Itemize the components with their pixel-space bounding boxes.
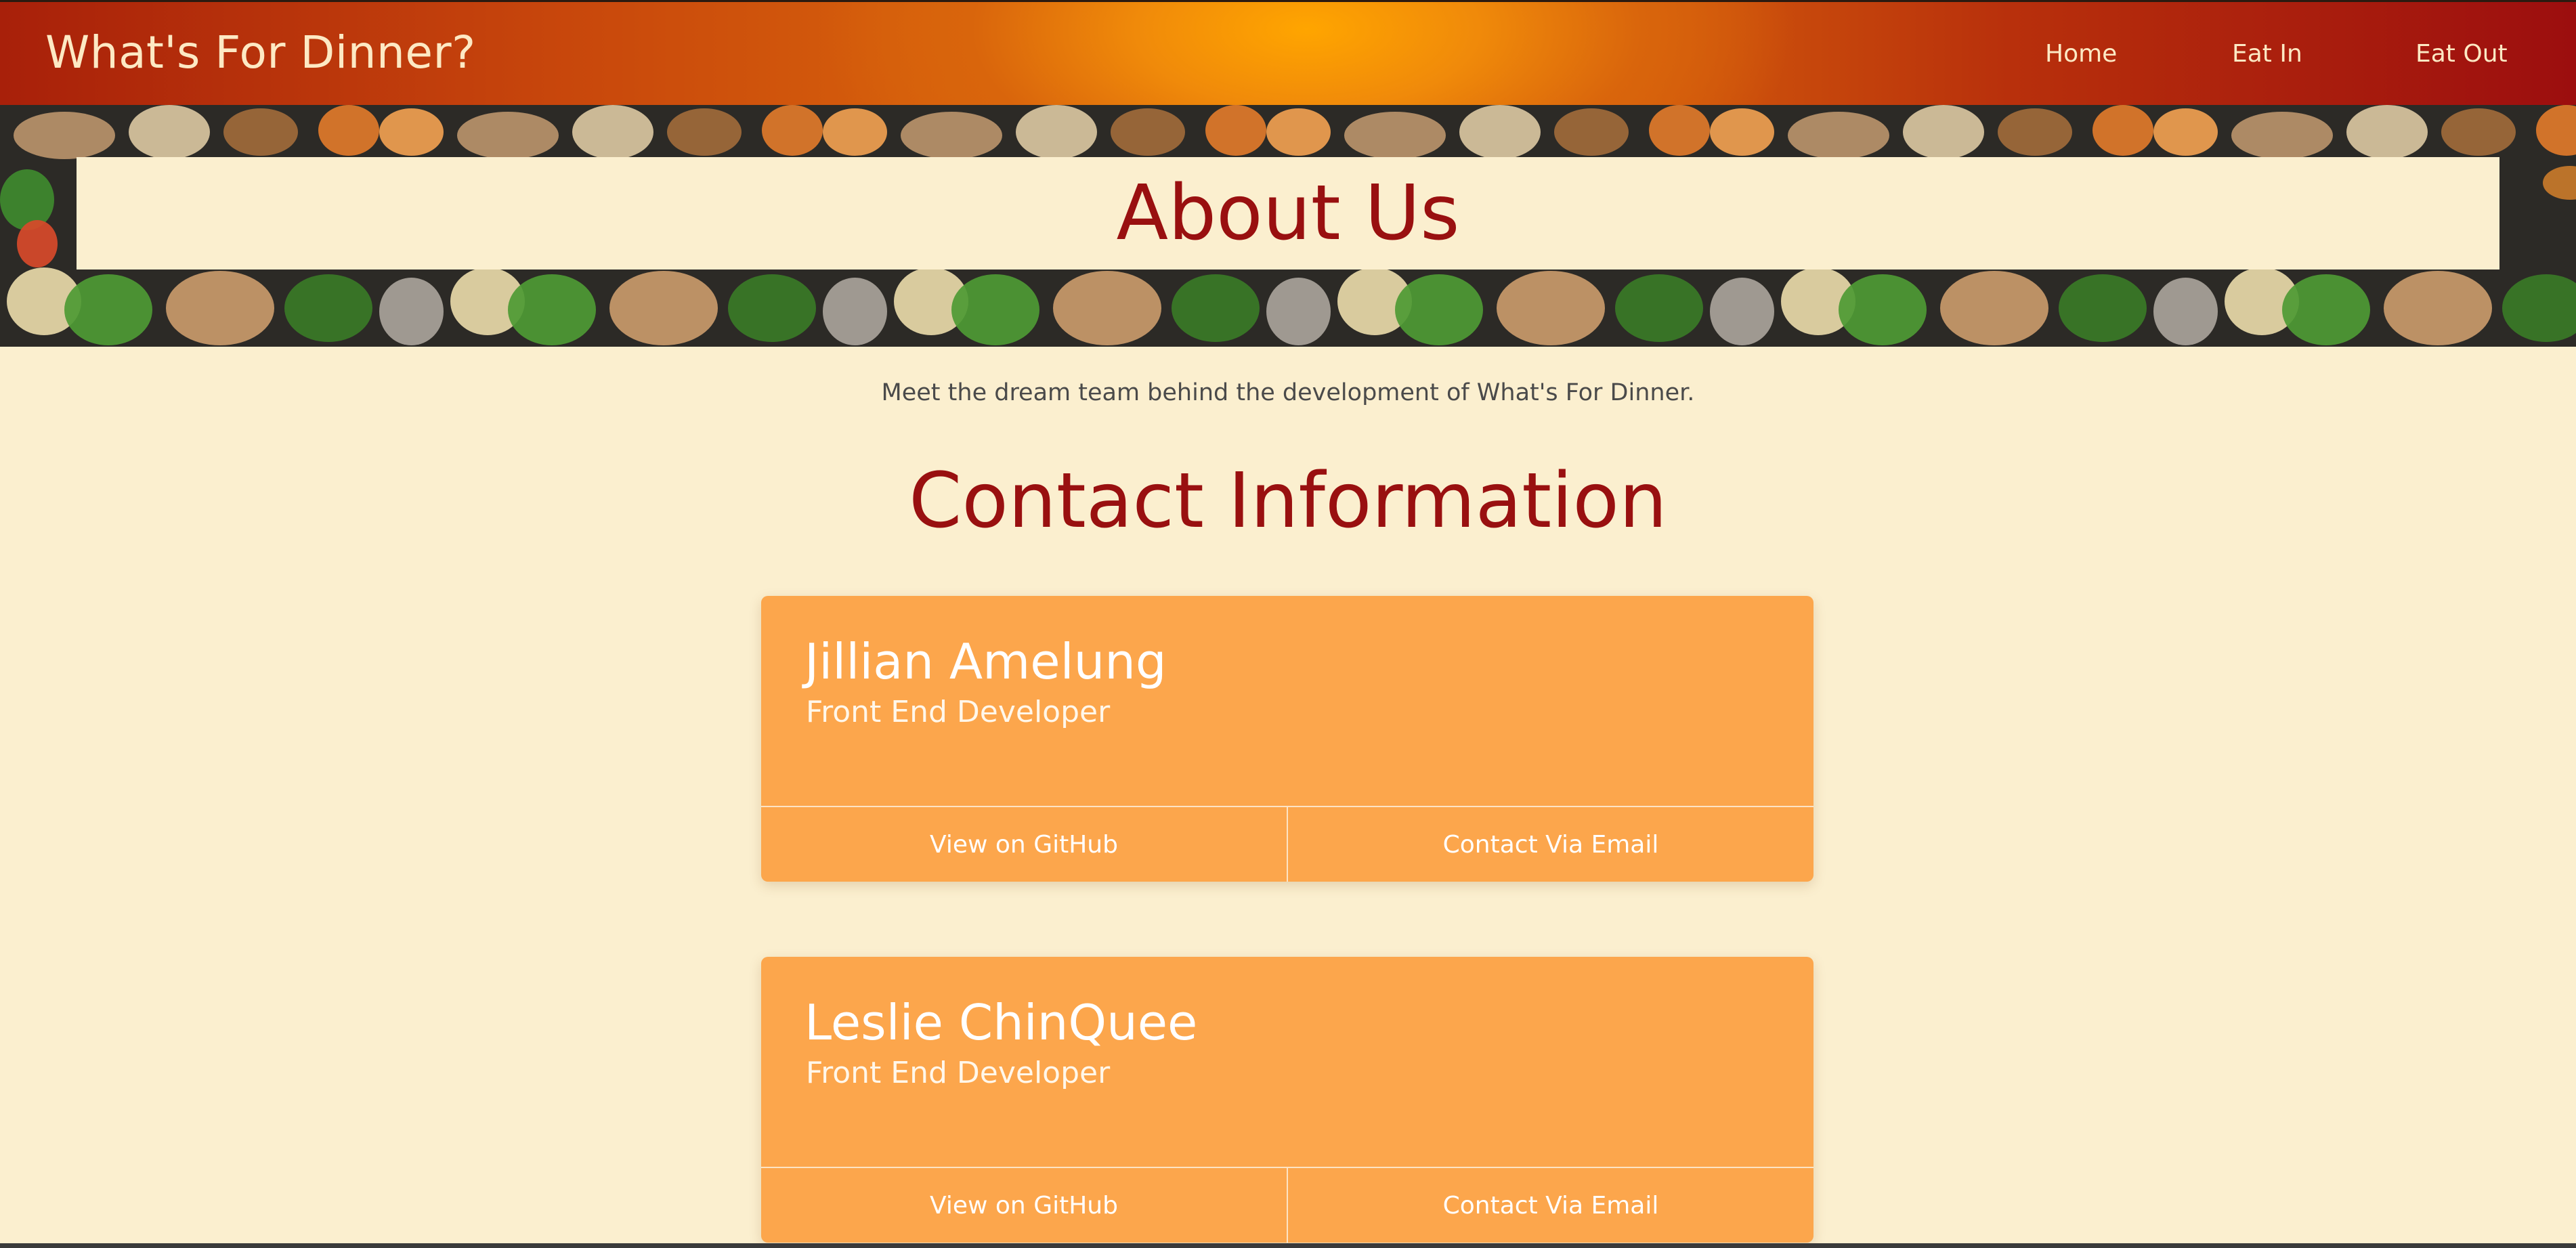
food-item [17,220,58,267]
nav-link-home[interactable]: Home [2045,40,2117,68]
food-item [667,108,742,156]
food-item [0,169,54,230]
card-actions: View on GitHub Contact Via Email [761,806,1813,882]
food-item [1395,274,1483,345]
food-item [1053,271,1161,345]
github-button[interactable]: View on GitHub [761,1168,1287,1243]
food-item [2092,105,2153,156]
food-item [379,108,444,156]
food-item [2059,274,2147,342]
page-title: About Us [1116,169,1460,257]
email-button[interactable]: Contact Via Email [1287,807,1813,882]
food-item [2282,274,2370,345]
nav-link-eat-out[interactable]: Eat Out [2416,40,2508,68]
food-item [728,274,816,342]
email-button[interactable]: Contact Via Email [1287,1168,1813,1243]
brand-logo[interactable]: What's For Dinner? [45,26,476,79]
food-item [1016,105,1097,159]
food-item [951,274,1039,345]
food-item [508,274,596,345]
food-item [1205,105,1266,156]
food-item [14,112,115,159]
food-item [2153,278,2218,345]
food-item [823,278,887,345]
food-item [1788,112,1889,159]
github-button[interactable]: View on GitHub [761,807,1287,882]
food-item [1266,278,1331,345]
food-item [2543,166,2576,200]
banner-title-box: About Us [77,157,2499,270]
food-item [2384,271,2492,345]
food-item [1266,108,1331,156]
contact-name: Leslie ChinQuee [804,994,1198,1051]
nav-link-eat-in[interactable]: Eat In [2232,40,2302,68]
food-item [1998,108,2072,156]
food-item [379,278,444,345]
food-item [1497,271,1605,345]
food-item [1839,274,1927,345]
section-title: Contact Information [909,457,1667,545]
contact-role: Front End Developer [806,695,1111,729]
food-item [1710,278,1774,345]
intro-text: Meet the dream team behind the developme… [881,379,1695,406]
food-item [1554,108,1629,156]
food-item [2231,112,2333,159]
food-item [2502,274,2576,342]
food-item [2346,105,2428,159]
food-item [223,108,298,156]
contact-role: Front End Developer [806,1056,1111,1090]
food-item [572,105,653,159]
food-item [1940,271,2048,345]
contact-card: Leslie ChinQuee Front End Developer View… [761,957,1813,1243]
card-actions: View on GitHub Contact Via Email [761,1167,1813,1243]
food-item [1172,274,1260,342]
food-item [762,105,823,156]
food-item [129,105,210,159]
contact-card: Jillian Amelung Front End Developer View… [761,596,1813,882]
food-item [1710,108,1774,156]
hero-banner: About Us [0,105,2576,347]
food-item [823,108,887,156]
food-item [1903,105,1984,159]
food-item [318,105,379,156]
contact-name: Jillian Amelung [804,633,1167,690]
food-item [2441,108,2516,156]
food-item [1649,105,1710,156]
food-item [2536,105,2576,156]
food-item [901,112,1002,159]
food-item [1111,108,1185,156]
food-item [1459,105,1541,159]
food-item [64,274,152,345]
food-item [609,271,718,345]
food-item [284,274,372,342]
food-item [1344,112,1446,159]
food-item [166,271,274,345]
food-item [457,112,559,159]
navbar: What's For Dinner? Home Eat In Eat Out [0,0,2576,105]
food-item [1615,274,1703,342]
window-bottom-edge [0,1243,2576,1248]
food-item [2153,108,2218,156]
